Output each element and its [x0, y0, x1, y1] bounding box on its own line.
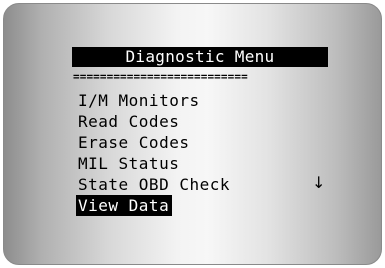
menu-item-im-monitors[interactable]: I/M Monitors — [76, 90, 203, 111]
menu-item-read-codes[interactable]: Read Codes — [76, 111, 182, 132]
down-arrow-icon[interactable]: ↓ — [312, 175, 325, 191]
menu-title: Diagnostic Menu — [72, 47, 328, 67]
menu-item-mil-status[interactable]: MIL Status — [76, 153, 182, 174]
diagnostic-menu-list: I/M Monitors Read Codes Erase Codes MIL … — [76, 90, 233, 216]
menu-item-state-obd-check[interactable]: State OBD Check — [76, 174, 233, 195]
scan-tool-screen: Diagnostic Menu ========================… — [3, 3, 382, 265]
menu-item-view-data[interactable]: View Data — [76, 195, 173, 216]
menu-divider: ========================== — [73, 70, 248, 83]
menu-item-erase-codes[interactable]: Erase Codes — [76, 132, 192, 153]
